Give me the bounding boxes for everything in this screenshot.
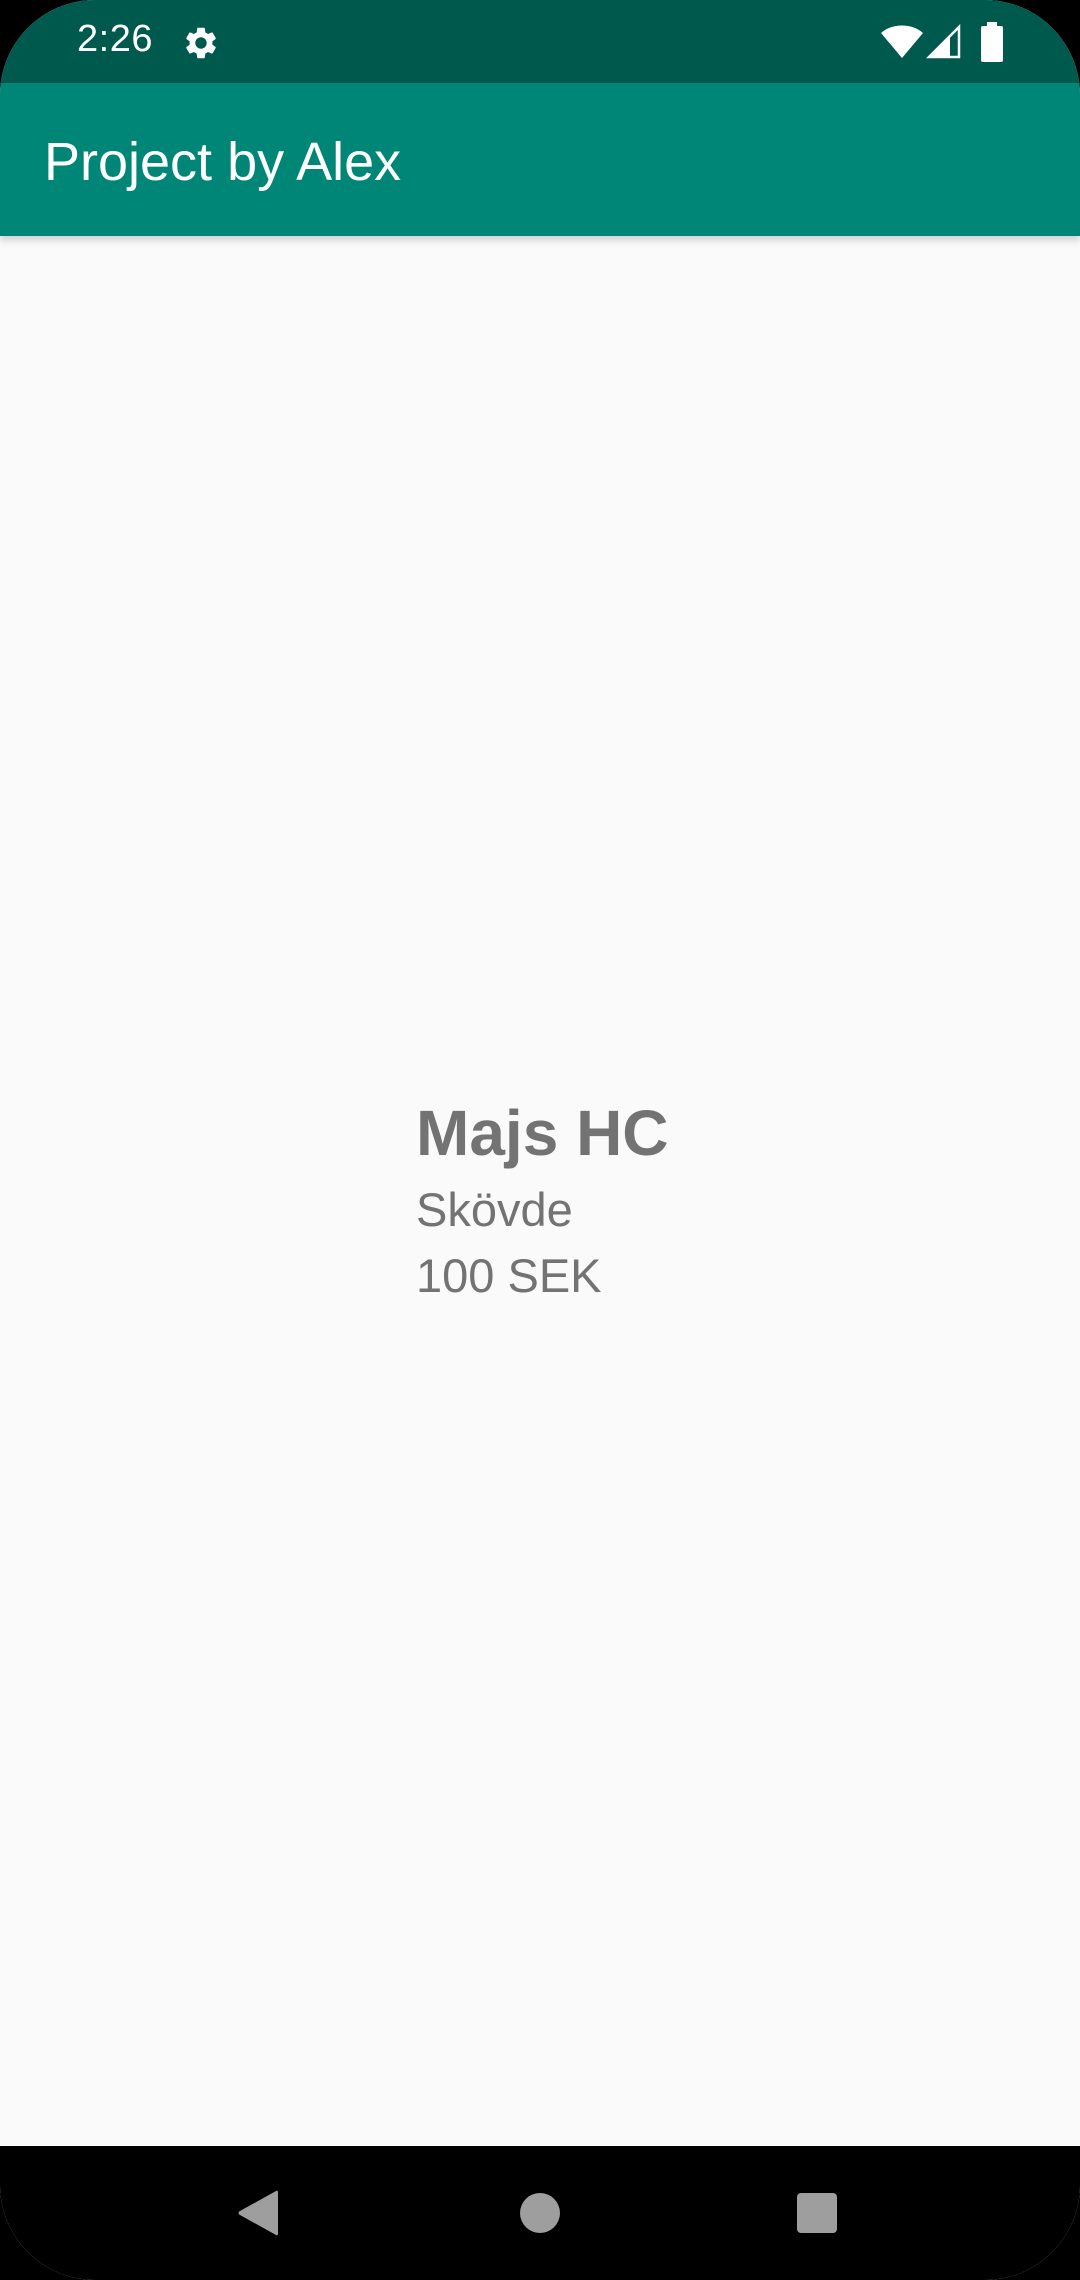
home-icon[interactable] bbox=[520, 2193, 560, 2233]
cell-signal-icon bbox=[926, 24, 961, 59]
item-name: Majs HC bbox=[416, 1097, 669, 1169]
status-time: 2:26 bbox=[77, 18, 153, 60]
status-bar: 2:26 bbox=[0, 0, 1080, 83]
wifi-icon bbox=[881, 25, 923, 58]
gear-icon bbox=[186, 27, 216, 59]
device-screen: 2:26 Project by Alex Majs HC Skövde 100 … bbox=[0, 0, 1080, 2280]
item-price: 100 SEK bbox=[416, 1249, 602, 1302]
item-details: Majs HC Skövde 100 SEK bbox=[416, 1091, 669, 1309]
app-bar: Project by Alex bbox=[0, 83, 1080, 236]
detail-content: Majs HC Skövde 100 SEK bbox=[0, 236, 1080, 2146]
item-location: Skövde bbox=[416, 1183, 573, 1236]
navigation-bar bbox=[0, 2146, 1080, 2280]
recents-icon[interactable] bbox=[797, 2193, 837, 2233]
battery-icon bbox=[981, 22, 1003, 62]
back-icon[interactable] bbox=[238, 2190, 280, 2236]
app-title: Project by Alex bbox=[44, 132, 402, 192]
